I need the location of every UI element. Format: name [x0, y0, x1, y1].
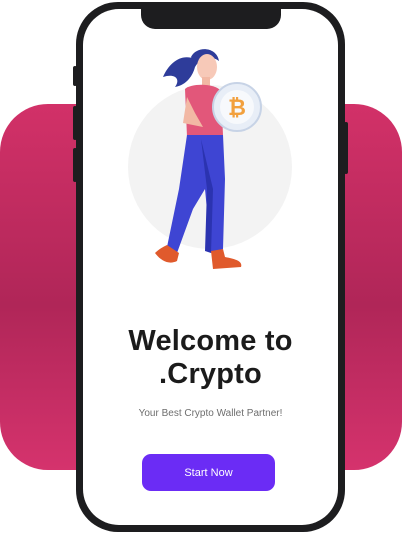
tagline: Your Best Crypto Wallet Partner!: [138, 408, 283, 419]
phone-screen: ₿ Welcome to .Crypto Your Best Crypto Wa…: [83, 9, 338, 525]
phone-side-button: [73, 148, 77, 182]
woman-holding-bitcoin-illustration: ₿: [128, 49, 292, 269]
app-stage: ₿ Welcome to .Crypto Your Best Crypto Wa…: [0, 0, 402, 534]
title-line-1: Welcome to: [128, 325, 293, 357]
title-line-2: .Crypto: [159, 358, 262, 390]
phone-side-button: [344, 122, 348, 174]
phone-side-button: [73, 106, 77, 140]
phone-side-button: [73, 66, 77, 86]
bitcoin-coin-icon: ₿: [212, 82, 262, 132]
start-now-button[interactable]: Start Now: [142, 454, 275, 491]
phone-frame: ₿ Welcome to .Crypto Your Best Crypto Wa…: [73, 2, 348, 532]
phone-notch: [140, 9, 281, 29]
svg-text:₿: ₿: [228, 96, 246, 121]
page-title: Welcome to .Crypto: [83, 325, 338, 391]
